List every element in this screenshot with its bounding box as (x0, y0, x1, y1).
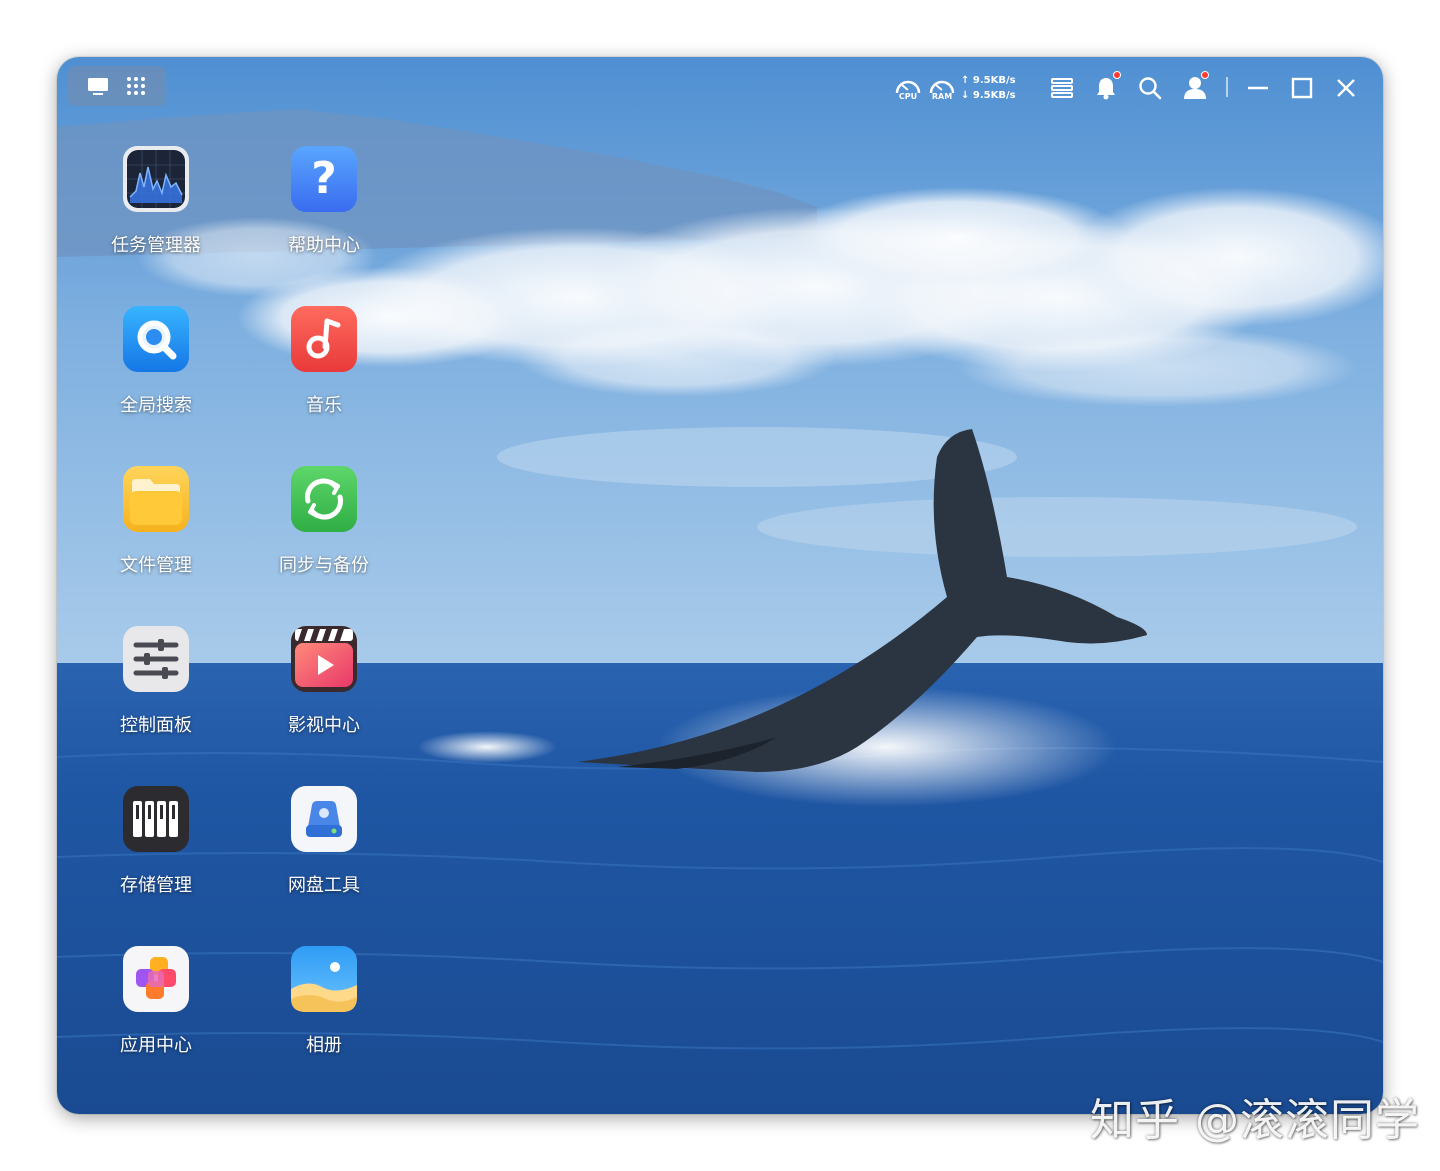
app-global-search[interactable]: 全局搜索 (81, 305, 231, 435)
download-speed: ↓ 9.5KB/s (961, 90, 1016, 101)
music-icon (291, 306, 357, 372)
upload-speed: ↑ 9.5KB/s (961, 75, 1016, 86)
app-app-center[interactable]: 应用中心 (81, 945, 231, 1075)
app-label: 音乐 (306, 395, 342, 416)
task-manager-icon (123, 146, 189, 212)
network-speed[interactable]: ↑ 9.5KB/s ↓ 9.5KB/s (961, 73, 1021, 103)
app-sync-backup[interactable]: 同步与备份 (249, 465, 399, 595)
maximize-icon[interactable] (1289, 75, 1315, 101)
app-label: 网盘工具 (288, 875, 360, 896)
app-label: 影视中心 (288, 715, 360, 736)
task-list-icon[interactable] (1049, 75, 1075, 101)
svg-text:?: ? (311, 153, 337, 204)
sync-icon (291, 466, 357, 532)
desktop-window: CPU RAM ↑ 9.5KB/s ↓ 9.5KB/s 任务管理器 ? 帮助中心… (57, 57, 1383, 1114)
topbar-divider (1226, 77, 1228, 97)
app-storage-manager[interactable]: 存储管理 (81, 785, 231, 915)
app-label: 应用中心 (120, 1035, 192, 1056)
user-alert-dot (1201, 71, 1209, 79)
help-icon: ? (291, 146, 357, 212)
notifications[interactable] (1093, 71, 1121, 101)
video-icon (291, 626, 357, 692)
app-label: 帮助中心 (288, 235, 360, 256)
app-cloud-drive-tool[interactable]: 网盘工具 (249, 785, 399, 915)
app-label: 同步与备份 (279, 555, 369, 576)
search-app-icon (123, 306, 189, 372)
photos-icon (291, 946, 357, 1012)
app-label: 全局搜索 (120, 395, 192, 416)
folder-icon (123, 466, 189, 532)
close-icon[interactable] (1333, 75, 1359, 101)
app-label: 存储管理 (120, 875, 192, 896)
cloud-drive-icon (291, 786, 357, 852)
minimize-icon[interactable] (1245, 75, 1271, 101)
top-bar: CPU RAM ↑ 9.5KB/s ↓ 9.5KB/s (57, 57, 1383, 115)
app-file-manager[interactable]: 文件管理 (81, 465, 231, 595)
cpu-gauge[interactable]: CPU (893, 73, 923, 103)
watermark: 知乎 @滚滚同学 (1090, 1095, 1420, 1146)
app-label: 文件管理 (120, 555, 192, 576)
search-icon[interactable] (1137, 75, 1163, 101)
desktop-view-icon[interactable] (86, 74, 110, 98)
user-menu[interactable] (1181, 71, 1209, 102)
app-task-manager[interactable]: 任务管理器 (81, 145, 231, 275)
app-center-icon (123, 946, 189, 1012)
app-music[interactable]: 音乐 (249, 305, 399, 435)
view-switcher (68, 66, 166, 106)
storage-icon (123, 786, 189, 852)
app-help-center[interactable]: ? 帮助中心 (249, 145, 399, 275)
app-control-panel[interactable]: 控制面板 (81, 625, 231, 755)
ram-gauge[interactable]: RAM (927, 73, 957, 103)
app-photos[interactable]: 相册 (249, 945, 399, 1075)
notification-dot (1113, 71, 1121, 79)
app-grid-icon[interactable] (124, 74, 148, 98)
app-label: 相册 (306, 1035, 342, 1056)
cpu-label: CPU (898, 92, 918, 101)
app-label: 任务管理器 (111, 235, 201, 256)
app-video-center[interactable]: 影视中心 (249, 625, 399, 755)
app-label: 控制面板 (120, 715, 192, 736)
ram-label: RAM (931, 92, 953, 101)
control-panel-icon (123, 626, 189, 692)
